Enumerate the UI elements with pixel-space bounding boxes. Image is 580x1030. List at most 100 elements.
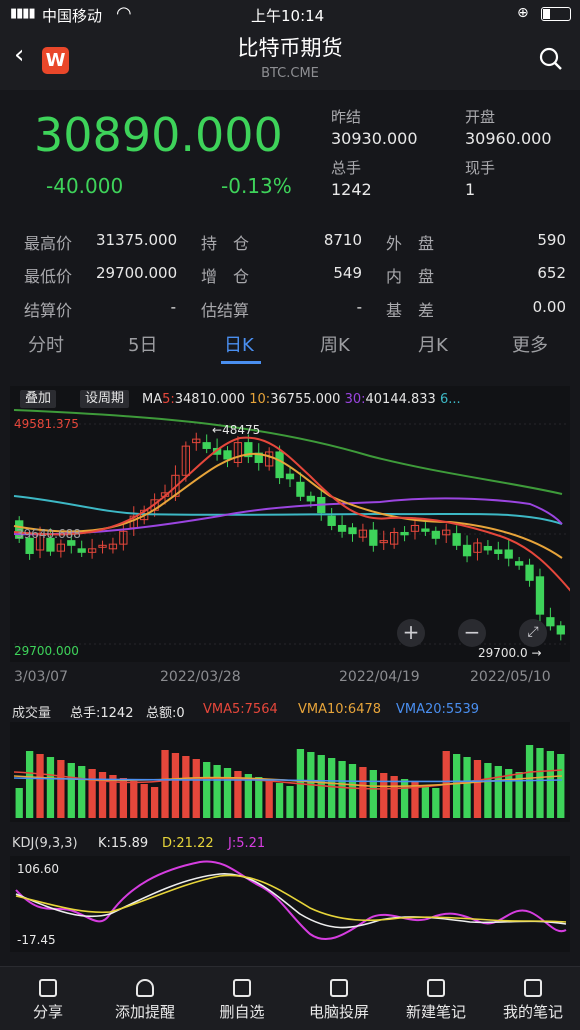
volume-bar — [452, 754, 461, 818]
page-title: 比特币期货 — [237, 36, 343, 60]
prev-close-label: 昨结 — [331, 108, 362, 126]
candle — [327, 515, 336, 526]
outer-label: 外 盘 — [386, 234, 435, 253]
share-label: 分享 — [32, 1003, 63, 1021]
kdj-k: K:15.89 — [98, 836, 149, 851]
volume-bar — [57, 760, 65, 818]
candle — [421, 528, 430, 532]
screen-cast-button[interactable]: 电脑投屏 — [291, 969, 387, 1022]
date-label-1: 3/03/07 — [14, 669, 68, 685]
candle — [483, 545, 493, 551]
volume-bar — [286, 786, 294, 818]
volume-value: 1242 — [331, 180, 372, 199]
volume-bar — [380, 773, 388, 818]
share-button[interactable]: 分享 — [0, 969, 96, 1022]
candle — [452, 533, 461, 546]
add-alert-button[interactable]: 添加提醒 — [97, 969, 193, 1022]
carrier-label: 中国移动 — [42, 7, 103, 25]
volume-bar — [369, 770, 377, 818]
est-settle-label: 估结算 — [201, 301, 250, 320]
kdj-d: D:21.22 — [162, 836, 214, 851]
tab-daily-k[interactable]: 日K — [224, 331, 254, 357]
volume-bar — [46, 757, 55, 818]
remove-watchlist-button[interactable]: 删自选 — [194, 969, 290, 1022]
candle — [67, 540, 76, 546]
candle — [431, 530, 440, 539]
candle — [369, 529, 378, 546]
low-marker-value: 29700.0 — [478, 646, 528, 660]
volume-title: 成交量 — [12, 706, 52, 721]
candle — [535, 576, 545, 615]
high-marker: ←48475 — [212, 423, 261, 437]
volume-bar — [25, 751, 34, 818]
add-alert-label: 添加提醒 — [114, 1003, 175, 1021]
vma20-label: VMA20:5539 — [396, 702, 480, 717]
volume-bar — [223, 768, 232, 818]
tab-weekly-k[interactable]: 周K — [320, 331, 350, 357]
high-value: 31375.000 — [96, 231, 178, 249]
candle — [514, 561, 524, 566]
tab-intraday[interactable]: 分时 — [28, 331, 64, 357]
volume-bar — [484, 763, 492, 818]
candle — [77, 548, 86, 553]
screen-cast-label: 电脑投屏 — [308, 1003, 369, 1021]
kdj-j: J:5.21 — [228, 836, 266, 851]
candle — [223, 450, 232, 460]
zoom-out-button[interactable]: − — [458, 619, 486, 647]
basis-value: 0.00 — [532, 298, 566, 316]
app-header: ‹ W 比特币期货 BTC.CME — [0, 30, 580, 90]
outer-value: 590 — [537, 231, 566, 249]
monitor-icon — [330, 979, 348, 997]
candle — [306, 495, 315, 502]
rotation-lock-icon: ⊕ — [517, 5, 529, 21]
oi-change-value: 549 — [333, 264, 362, 282]
zoom-in-button[interactable]: + — [397, 619, 425, 647]
fullscreen-icon[interactable]: ⤢ — [519, 619, 547, 647]
candle — [546, 617, 555, 627]
low-label: 最低价 — [24, 267, 73, 286]
y-axis-bottom: 29700.000 — [14, 644, 79, 658]
my-notes-button[interactable]: 我的笔记 — [485, 969, 580, 1022]
volume-bar — [255, 777, 263, 818]
inner-label: 内 盘 — [386, 267, 435, 286]
tab-5day[interactable]: 5日 — [128, 331, 157, 357]
prev-close-value: 30930.000 — [331, 129, 418, 148]
price-change: -40.000 — [46, 174, 124, 198]
tab-monthly-k[interactable]: 月K — [418, 331, 448, 357]
low-marker: 29700.0 → — [478, 646, 542, 660]
volume-bar — [525, 745, 534, 818]
candle — [296, 481, 305, 497]
volume-bar — [119, 778, 128, 818]
volume-bar — [432, 788, 440, 818]
volume-bar — [338, 761, 346, 818]
candle — [275, 451, 284, 479]
ticker-code: BTC.CME — [261, 66, 319, 81]
candlestick-chart[interactable] — [10, 386, 570, 662]
volume-bar — [140, 784, 148, 818]
my-notes-label: 我的笔记 — [502, 1003, 563, 1021]
new-note-button[interactable]: 新建笔记 — [388, 969, 484, 1022]
signal-icon: ▮▮▮▮ — [10, 6, 36, 21]
search-icon[interactable] — [538, 46, 564, 72]
volume-bar — [203, 762, 211, 818]
price-change-pct: -0.13% — [221, 174, 292, 198]
low-value: 29700.000 — [96, 264, 178, 282]
oi-change-label: 增 仓 — [201, 267, 250, 286]
tab-more[interactable]: 更多 — [512, 331, 548, 357]
vma10-label: VMA10:6478 — [298, 702, 382, 717]
ma5-line — [13, 436, 570, 592]
volume-bar — [536, 748, 544, 818]
active-tab-indicator — [221, 361, 261, 364]
wifi-icon: ◠ — [116, 3, 132, 24]
candle — [400, 531, 409, 536]
volume-bar — [182, 756, 190, 818]
volume-bar — [130, 781, 138, 818]
volume-bar — [265, 780, 273, 818]
volume-bar — [213, 765, 221, 818]
volume-bar — [192, 759, 200, 818]
volume-bar — [171, 753, 180, 818]
candle — [525, 564, 534, 581]
ma-long-line — [13, 409, 563, 495]
open-value: 30960.000 — [465, 129, 552, 148]
kdj-j-line — [15, 860, 567, 941]
